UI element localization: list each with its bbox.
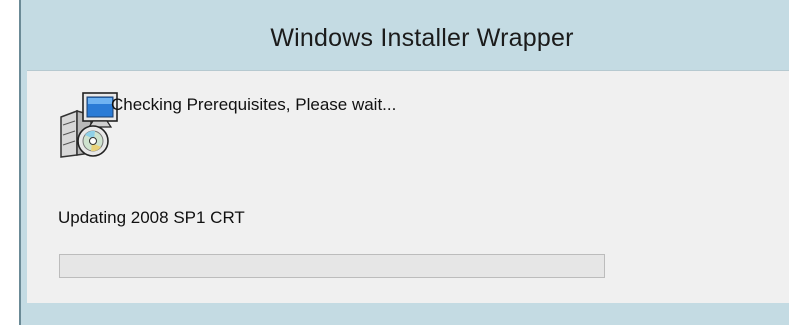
title-bar[interactable]: Windows Installer Wrapper — [21, 0, 789, 70]
window-title: Windows Installer Wrapper — [270, 23, 574, 52]
status-message: Checking Prerequisites, Please wait... — [111, 95, 397, 114]
progress-bar — [59, 254, 605, 278]
window-frame-bottom — [21, 303, 789, 325]
current-task-label: Updating 2008 SP1 CRT — [58, 208, 245, 227]
installer-window: Windows Installer Wrapper Checking Prere… — [0, 0, 789, 325]
dialog-body: Checking Prerequisites, Please wait... U… — [27, 70, 789, 303]
